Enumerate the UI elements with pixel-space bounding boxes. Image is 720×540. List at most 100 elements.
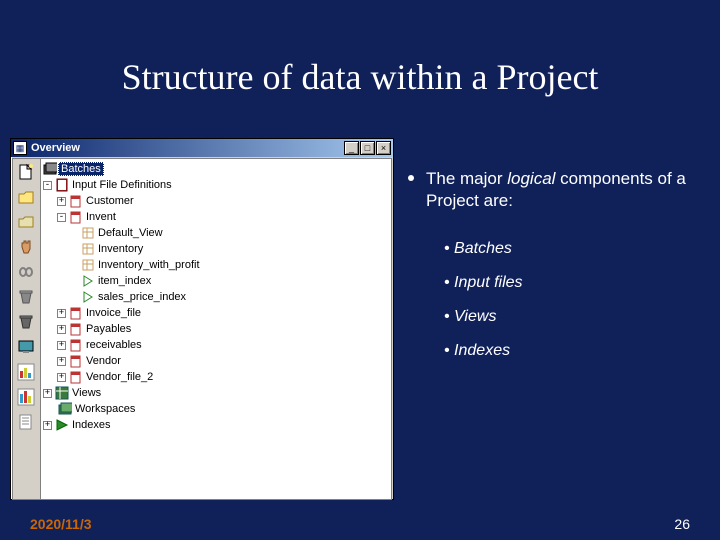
window-title: Overview bbox=[31, 142, 340, 154]
sub-bullet: • Indexes bbox=[444, 342, 698, 360]
tree-panel[interactable]: Batches - Input File Definitions + Custo… bbox=[41, 159, 391, 499]
tree-node-indexes[interactable]: + Indexes bbox=[43, 417, 389, 433]
sub-bullet: • Batches bbox=[444, 240, 698, 258]
bullet-main: The major logical components of a Projec… bbox=[408, 168, 698, 212]
view-icon bbox=[81, 242, 95, 256]
expander-plus-icon[interactable]: + bbox=[57, 309, 66, 318]
expander-minus-icon[interactable]: - bbox=[57, 213, 66, 222]
monitor-icon[interactable] bbox=[14, 335, 38, 359]
tree-node-file[interactable]: + receivables bbox=[43, 337, 389, 353]
tree-label: Payables bbox=[86, 323, 131, 335]
new-file-icon[interactable] bbox=[14, 160, 38, 184]
window-system-icon[interactable]: ▦ bbox=[13, 141, 27, 155]
no-expander bbox=[43, 405, 55, 414]
book-red-icon bbox=[55, 178, 69, 192]
expander-plus-icon[interactable]: + bbox=[57, 197, 66, 206]
tree-node-file[interactable]: + Vendor bbox=[43, 353, 389, 369]
bar-chart-icon[interactable] bbox=[14, 360, 38, 384]
expander-minus-icon[interactable]: - bbox=[43, 181, 52, 190]
tree-node-view[interactable]: Inventory_with_profit bbox=[43, 257, 389, 273]
view-icon bbox=[81, 258, 95, 272]
column-chart-icon[interactable] bbox=[14, 385, 38, 409]
open-folder-icon[interactable] bbox=[14, 185, 38, 209]
tree-label: Views bbox=[72, 387, 101, 399]
window-body: Batches - Input File Definitions + Custo… bbox=[12, 158, 392, 500]
window-titlebar[interactable]: ▦ Overview _ □ × bbox=[11, 139, 393, 157]
tree-label: receivables bbox=[86, 339, 142, 351]
expander-plus-icon[interactable]: + bbox=[43, 421, 52, 430]
tree-label: Invoice_file bbox=[86, 307, 141, 319]
close-button[interactable]: × bbox=[376, 141, 391, 155]
tree-node-ifd[interactable]: - Input File Definitions bbox=[43, 177, 389, 193]
file-red-icon bbox=[69, 338, 83, 352]
slide-footer: 2020/11/3 26 bbox=[0, 516, 720, 532]
sub-bullet: • Input files bbox=[444, 274, 698, 292]
tree-node-index[interactable]: item_index bbox=[43, 273, 389, 289]
bullet-prefix: The major bbox=[426, 169, 507, 188]
workspaces-icon bbox=[58, 402, 72, 416]
tree-label: sales_price_index bbox=[98, 291, 186, 303]
file-red-icon bbox=[69, 354, 83, 368]
slide-title: Structure of data within a Project bbox=[0, 0, 720, 120]
expander-plus-icon[interactable]: + bbox=[43, 389, 52, 398]
tree-node-view[interactable]: Inventory bbox=[43, 241, 389, 257]
batches-icon bbox=[43, 162, 57, 176]
tree-node-view[interactable]: Default_View bbox=[43, 225, 389, 241]
overview-window: ▦ Overview _ □ × Batches bbox=[10, 138, 394, 500]
views-group-icon bbox=[55, 386, 69, 400]
index-icon bbox=[81, 290, 95, 304]
hand-icon[interactable] bbox=[14, 235, 38, 259]
tree-node-invent[interactable]: - Invent bbox=[43, 209, 389, 225]
sub-bullet: • Views bbox=[444, 308, 698, 326]
tree-node-workspaces[interactable]: Workspaces bbox=[43, 401, 389, 417]
bullet-panel: The major logical components of a Projec… bbox=[408, 168, 698, 376]
tree-label: Vendor_file_2 bbox=[86, 371, 153, 383]
bullet-text: The major logical components of a Projec… bbox=[426, 168, 698, 212]
tree-label: Inventory bbox=[98, 243, 143, 255]
sub-bullet-text: Batches bbox=[454, 240, 512, 257]
tree-label: Default_View bbox=[98, 227, 163, 239]
expander-plus-icon[interactable]: + bbox=[57, 357, 66, 366]
tree-label: Input File Definitions bbox=[72, 179, 172, 191]
tree-node-views[interactable]: + Views bbox=[43, 385, 389, 401]
tree-node-index[interactable]: sales_price_index bbox=[43, 289, 389, 305]
maximize-button[interactable]: □ bbox=[360, 141, 375, 155]
tree-node-file[interactable]: + Invoice_file bbox=[43, 305, 389, 321]
sub-bullet-text: Indexes bbox=[454, 342, 510, 359]
footer-date: 2020/11/3 bbox=[30, 516, 92, 532]
tree-node-file[interactable]: + Vendor_file_2 bbox=[43, 369, 389, 385]
file-red-icon bbox=[69, 194, 83, 208]
tree-node-customer[interactable]: + Customer bbox=[43, 193, 389, 209]
tree-label: Customer bbox=[86, 195, 134, 207]
bullet-dot-icon bbox=[408, 175, 414, 181]
tree-label: Batches bbox=[58, 162, 104, 176]
file-red-icon bbox=[69, 370, 83, 384]
file-red-icon bbox=[69, 306, 83, 320]
view-icon bbox=[81, 226, 95, 240]
trash-icon[interactable] bbox=[14, 310, 38, 334]
tree-label: Inventory_with_profit bbox=[98, 259, 200, 271]
tree-label: Vendor bbox=[86, 355, 121, 367]
index-icon bbox=[81, 274, 95, 288]
sub-bullet-list: • Batches • Input files • Views • Indexe… bbox=[444, 240, 698, 360]
bin-icon[interactable] bbox=[14, 285, 38, 309]
indexes-group-icon bbox=[55, 418, 69, 432]
file-red-icon bbox=[69, 322, 83, 336]
tree-node-file[interactable]: + Payables bbox=[43, 321, 389, 337]
expander-plus-icon[interactable]: + bbox=[57, 341, 66, 350]
footer-page-number: 26 bbox=[674, 516, 690, 532]
report-icon[interactable] bbox=[14, 410, 38, 434]
tree-label: Invent bbox=[86, 211, 116, 223]
expander-plus-icon[interactable]: + bbox=[57, 373, 66, 382]
tree-label: Indexes bbox=[72, 419, 111, 431]
expander-plus-icon[interactable]: + bbox=[57, 325, 66, 334]
tree-node-batches[interactable]: Batches bbox=[43, 161, 389, 177]
minimize-button[interactable]: _ bbox=[344, 141, 359, 155]
sub-bullet-text: Views bbox=[454, 308, 496, 325]
folder-icon[interactable] bbox=[14, 210, 38, 234]
link-icon[interactable] bbox=[14, 260, 38, 284]
tree-label: Workspaces bbox=[75, 403, 135, 415]
tree-label: item_index bbox=[98, 275, 151, 287]
left-toolbar bbox=[13, 159, 41, 499]
sub-bullet-text: Input files bbox=[454, 274, 522, 291]
